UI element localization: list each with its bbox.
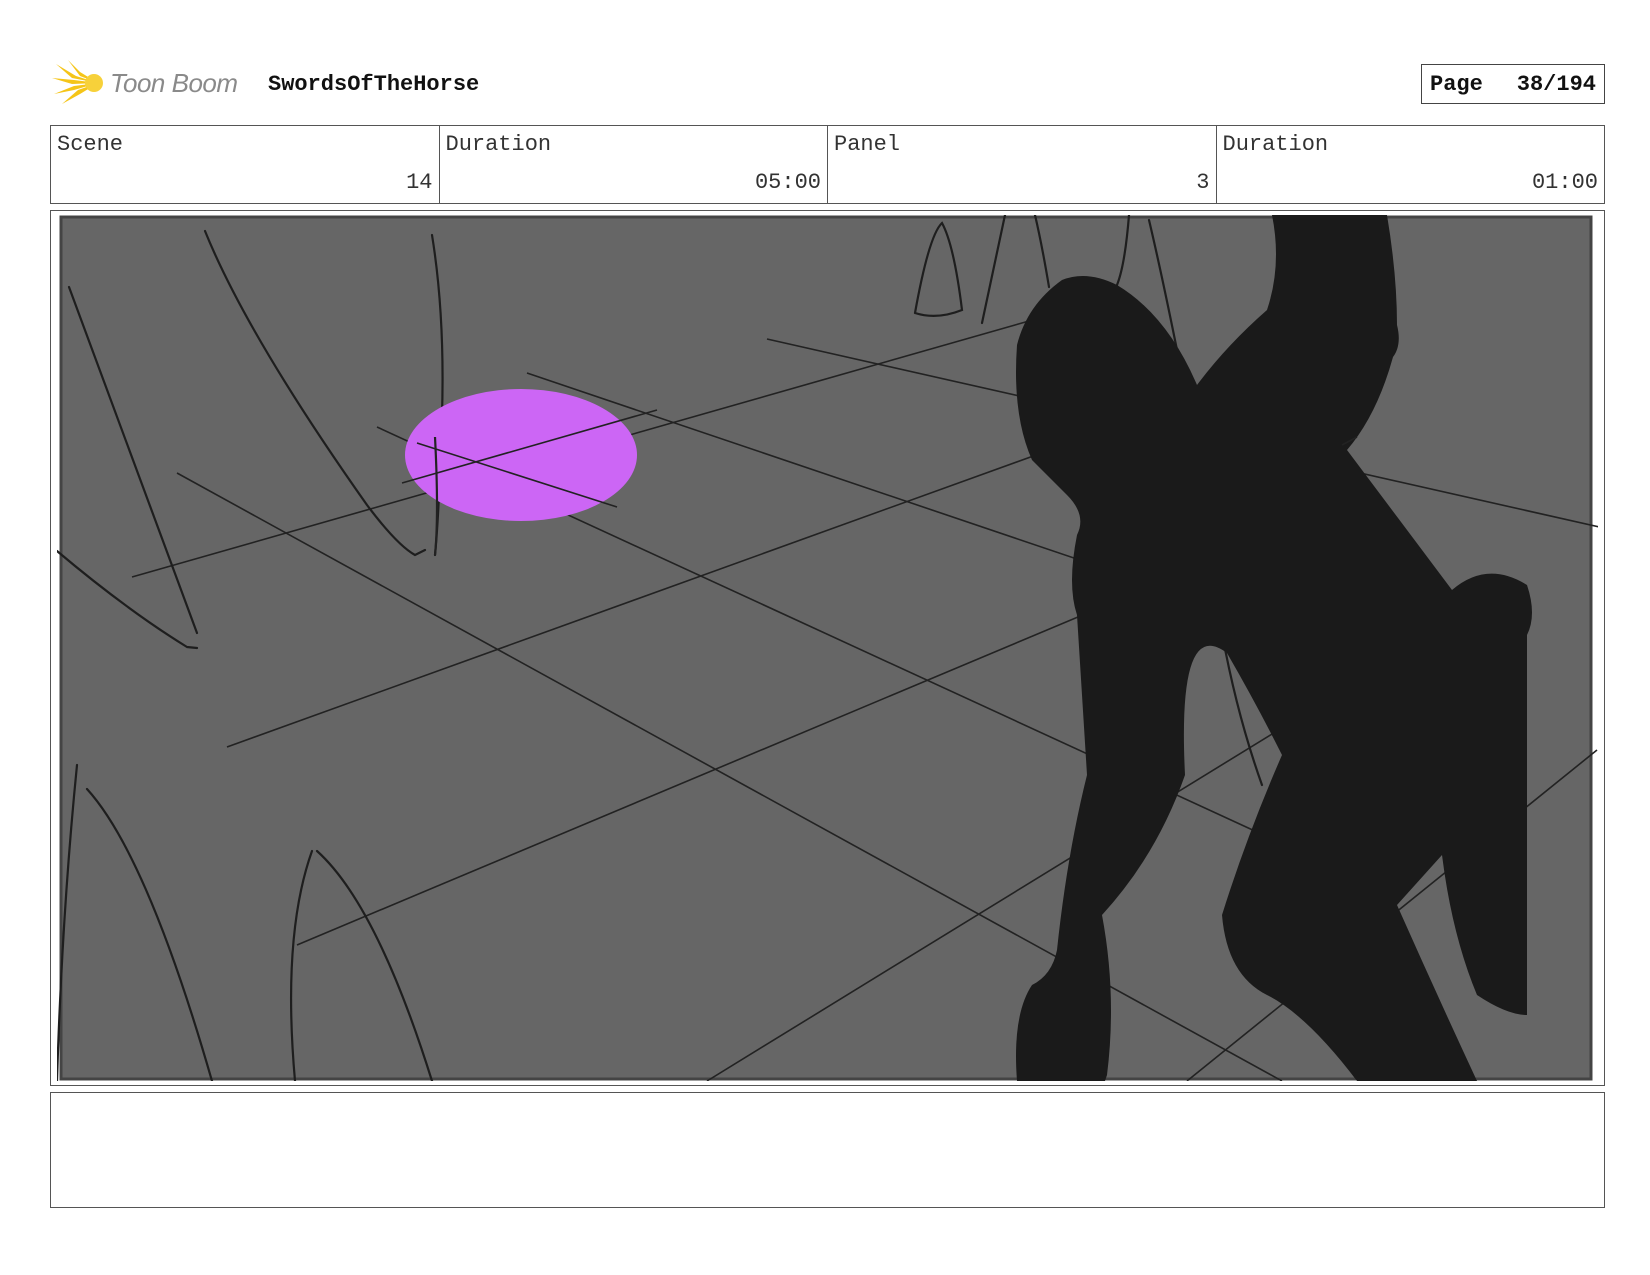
panel-label: Panel [834, 132, 901, 157]
toon-boom-logo: Toon Boom [52, 56, 252, 108]
starburst-icon [52, 60, 103, 104]
scene-duration-cell: Duration 05:00 [440, 126, 828, 203]
page-number: 38/194 [1516, 71, 1596, 97]
panel-number: 3 [1196, 170, 1210, 195]
page-label: Page [1430, 71, 1483, 97]
panel-duration-value: 01:00 [1531, 170, 1598, 195]
scene-info-bar: Scene 14 Duration 05:00 Panel 3 Duration… [50, 125, 1605, 204]
brand-name: Toon Boom [110, 68, 238, 98]
scene-label: Scene [57, 132, 124, 157]
scene-duration-value: 05:00 [754, 170, 821, 195]
scene-duration-label: Duration [445, 132, 552, 157]
panel-cell: Panel 3 [828, 126, 1217, 203]
scene-number: 14 [406, 170, 433, 195]
storyboard-panel-image [57, 215, 1598, 1081]
project-title: SwordsOfTheHorse [268, 72, 480, 97]
panel-duration-label: Duration [1222, 132, 1329, 157]
page-header: Toon Boom SwordsOfTheHorse Page 38/194 [50, 56, 1605, 112]
page-indicator: Page 38/194 [1421, 64, 1605, 104]
storyboard-panel-frame [50, 210, 1605, 1086]
caption-box [50, 1092, 1605, 1208]
panel-duration-cell: Duration 01:00 [1217, 126, 1605, 203]
panel-drawing [57, 215, 1598, 1081]
scene-cell: Scene 14 [51, 126, 440, 203]
purple-spot [405, 389, 637, 521]
